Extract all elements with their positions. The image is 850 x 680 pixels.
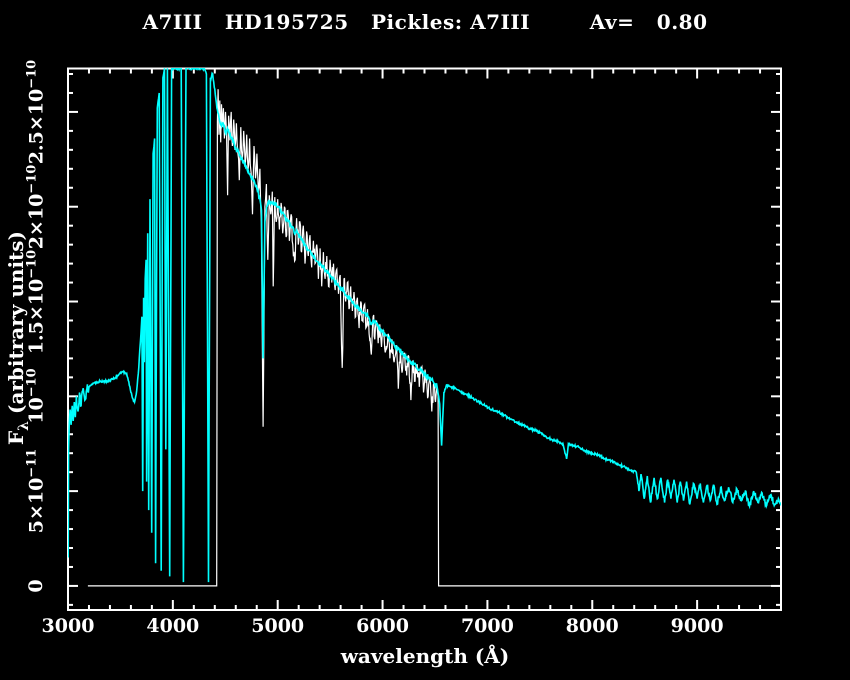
x-tick-label-5000: 5000 [238, 615, 318, 637]
y-tick-exponent: −11 [24, 449, 39, 478]
spectrum-plot-screen: A7III HD195725 Pickles: A7III Av= 0.80 3… [0, 0, 850, 680]
x-tick-label-9000: 9000 [657, 615, 737, 637]
x-tick-label-6000: 6000 [343, 615, 423, 637]
plot-frame [68, 69, 781, 611]
flux-symbol: F [4, 431, 28, 445]
y-axis-label: Fλ (arbitrary units) [4, 231, 32, 445]
observed-spectrum-curve [88, 89, 781, 586]
axis-ticks [68, 69, 781, 611]
spectra-group [68, 67, 781, 586]
template-spectrum-curve [68, 67, 781, 582]
y-tick-label-0: 0 [25, 579, 47, 592]
y-tick-exponent: −10 [24, 164, 39, 193]
x-axis-label-text: wavelength (Å) [341, 644, 510, 668]
x-axis-label: wavelength (Å) [0, 644, 850, 668]
plot-canvas [0, 0, 850, 680]
y-tick-exponent: −10 [24, 60, 39, 89]
x-tick-label-3000: 3000 [28, 615, 108, 637]
x-tick-label-7000: 7000 [447, 615, 527, 637]
flux-subscript-lambda: λ [16, 421, 32, 431]
x-tick-label-8000: 8000 [552, 615, 632, 637]
y-tick-label-2.5×10−10: 2.5×10−10 [24, 60, 47, 164]
y-axis-label-rest: (arbitrary units) [4, 231, 28, 421]
x-tick-label-4000: 4000 [133, 615, 213, 637]
y-tick-label-5×10−11: 5×10−11 [24, 449, 47, 534]
